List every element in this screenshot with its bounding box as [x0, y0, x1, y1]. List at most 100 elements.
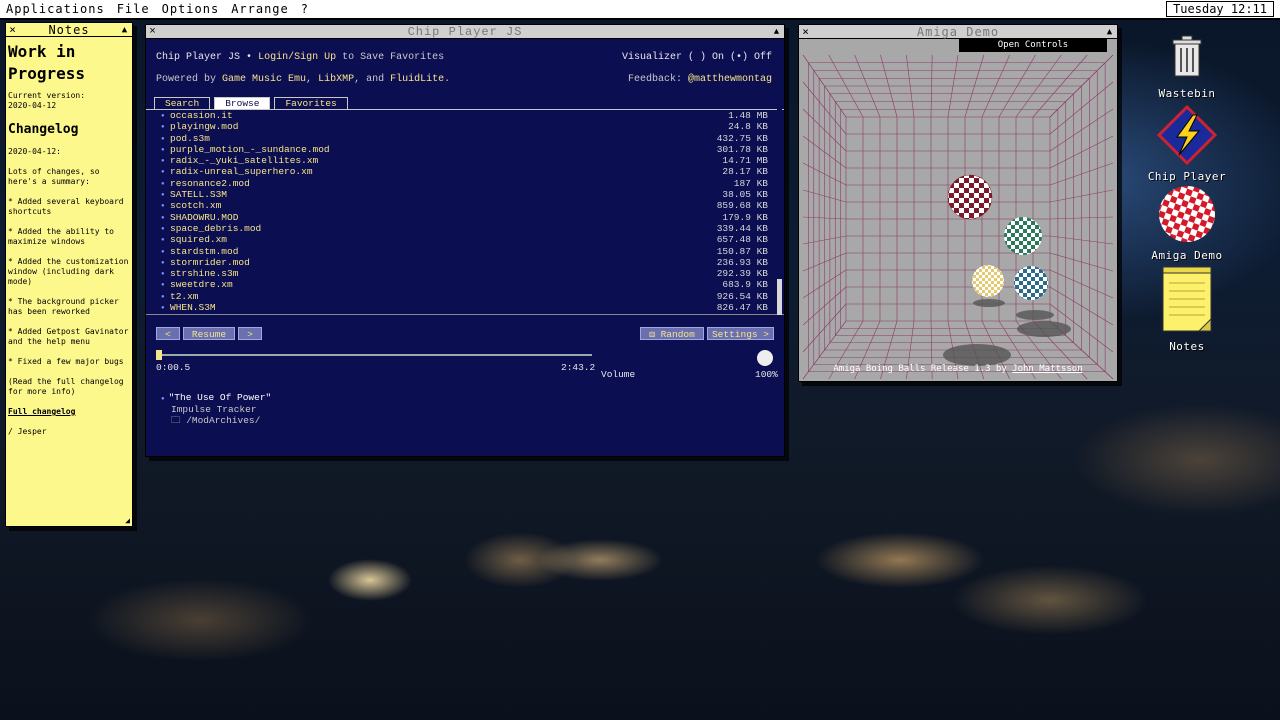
wastebin-icon	[1172, 35, 1202, 77]
file-name: sweetdre.xm	[170, 279, 233, 291]
file-bullet-icon: ●	[161, 213, 165, 221]
changelog-item: * Added the ability to maximize windows	[8, 227, 114, 246]
menu-applications[interactable]: Applications	[6, 2, 105, 16]
menu-file[interactable]: File	[117, 2, 150, 16]
file-row[interactable]: ● space_debris.mod 339.44 KB	[146, 223, 784, 234]
fluidlite-link[interactable]: FluidLite	[390, 74, 444, 85]
notes-content: Work in Progress Current version: 2020-04…	[6, 37, 132, 451]
window-title: Notes	[48, 22, 90, 37]
file-bullet-icon: ●	[161, 258, 165, 266]
changelog-item: * Fixed a few major bugs	[8, 357, 124, 366]
resume-button[interactable]: Resume	[183, 327, 235, 340]
gme-link[interactable]: Game Music Emu	[222, 74, 306, 85]
close-icon[interactable]: ×	[146, 26, 160, 38]
file-bullet-icon: ●	[161, 168, 165, 176]
open-controls-button[interactable]: Open Controls	[959, 39, 1107, 52]
track-path-link[interactable]: 🗀 /ModArchives/	[161, 415, 271, 426]
file-row[interactable]: ● radix-unreal_superhero.xm 28.17 KB	[146, 166, 784, 177]
file-row[interactable]: ● purple_motion_-_sundance.mod 301.78 KB	[146, 144, 784, 155]
prev-button[interactable]: <	[156, 327, 180, 340]
file-size: 150.87 KB	[716, 245, 768, 257]
file-row[interactable]: ● pod.s3m 432.75 KB	[146, 133, 784, 144]
file-list-scrollbar[interactable]	[777, 109, 782, 315]
feedback-link[interactable]: @matthewmontag	[688, 74, 772, 85]
file-size: 657.48 KB	[716, 234, 768, 246]
file-size: 14.71 MB	[722, 155, 768, 167]
tab-search[interactable]: Search	[154, 97, 211, 109]
file-bullet-icon: ●	[161, 134, 165, 142]
maximize-icon[interactable]: ▲	[770, 27, 784, 37]
signature: / Jesper	[8, 427, 47, 436]
file-name: squired.xm	[170, 234, 228, 246]
notes-titlebar[interactable]: × Notes ▲	[6, 23, 132, 37]
resize-handle-icon[interactable]: ◢	[125, 516, 130, 525]
file-name: stardstm.mod	[170, 245, 239, 257]
next-button[interactable]: >	[238, 327, 262, 340]
file-size: 236.93 KB	[716, 256, 768, 268]
full-changelog-link[interactable]: Full changelog	[8, 407, 130, 417]
close-icon[interactable]: ×	[799, 25, 813, 38]
file-size: 826.47 KB	[716, 302, 768, 314]
close-icon[interactable]: ×	[6, 23, 20, 36]
maximize-icon[interactable]: ▲	[1103, 27, 1117, 37]
file-row[interactable]: ● occasion.it 1.48 MB	[146, 110, 784, 121]
track-title: ● "The Use Of Power"	[161, 392, 272, 403]
clock: Tuesday 12:11	[1166, 1, 1274, 17]
file-row[interactable]: ● WHEN.S3M 826.47 KB	[146, 302, 784, 313]
chip-player-titlebar[interactable]: × Chip Player JS ▲	[146, 25, 784, 39]
libxmp-link[interactable]: LibXMP	[318, 74, 354, 85]
seek-knob[interactable]	[156, 350, 162, 360]
file-name: SATELL.S3M	[170, 189, 228, 201]
notes-icon	[1162, 266, 1212, 332]
desktop-icon-amiga-demo[interactable]: Amiga Demo	[1147, 184, 1227, 262]
file-row[interactable]: ● stormrider.mod 236.93 KB	[146, 257, 784, 268]
file-row[interactable]: ● scotch.xm 859.68 KB	[146, 200, 784, 211]
file-bullet-icon: ●	[161, 191, 165, 199]
file-name: pod.s3m	[170, 132, 210, 144]
tab-browse[interactable]: Browse	[214, 97, 271, 109]
time-total: 2:43.2	[561, 362, 596, 373]
file-size: 38.05 KB	[722, 189, 768, 201]
desktop-icon-chip-player[interactable]: Chip Player	[1147, 104, 1227, 183]
maximize-icon[interactable]: ▲	[118, 25, 132, 35]
volume-knob[interactable]	[757, 350, 773, 366]
file-row[interactable]: ● playingw.mod 24.8 KB	[146, 121, 784, 132]
desktop-icon-notes[interactable]: Notes	[1147, 265, 1227, 353]
menu-options[interactable]: Options	[162, 2, 220, 16]
author-link[interactable]: John Mattsson	[1012, 364, 1082, 374]
file-row[interactable]: ● resonance2.mod 187 KB	[146, 178, 784, 189]
settings-button[interactable]: Settings >	[707, 327, 774, 340]
amiga-caption: Amiga Boing Balls Release 1.3 by John Ma…	[833, 364, 1083, 374]
file-row[interactable]: ● strshine.s3m 292.39 KB	[146, 268, 784, 279]
file-bullet-icon: ●	[161, 281, 165, 289]
visualizer-toggle[interactable]: Visualizer ( ) On (•) Off	[622, 52, 772, 63]
file-row[interactable]: ● SHADOWRU.MOD 179.9 KB	[146, 212, 784, 223]
seek-bar[interactable]	[156, 354, 592, 356]
amiga-titlebar[interactable]: × Amiga Demo ▲	[799, 25, 1117, 39]
tab-favorites[interactable]: Favorites	[274, 97, 348, 109]
file-bullet-icon: ●	[161, 145, 165, 153]
file-row[interactable]: ● sweetdre.xm 683.9 KB	[146, 279, 784, 290]
file-size: 28.17 KB	[722, 166, 768, 178]
desktop-icon-wastebin[interactable]: Wastebin	[1147, 32, 1227, 100]
menu-help[interactable]: ?	[301, 2, 309, 16]
file-row[interactable]: ● squired.xm 657.48 KB	[146, 234, 784, 245]
file-size: 24.8 KB	[728, 121, 768, 133]
menu-bar: Applications File Options Arrange ? Tues…	[0, 0, 1280, 20]
chip-player-header: Chip Player JS • Login/Sign Up to Save F…	[146, 39, 784, 109]
file-row[interactable]: ● t2.xm 926.54 KB	[146, 291, 784, 302]
changelog-heading: Changelog	[8, 122, 79, 137]
track-bullet-icon: ●	[161, 395, 165, 402]
file-bullet-icon: ●	[161, 179, 165, 187]
file-name: strshine.s3m	[170, 268, 239, 280]
file-size: 301.78 KB	[716, 143, 768, 155]
scrollbar-thumb[interactable]	[777, 279, 782, 315]
file-name: space_debris.mod	[170, 222, 262, 234]
file-row[interactable]: ● SATELL.S3M 38.05 KB	[146, 189, 784, 200]
file-name: radix-unreal_superhero.xm	[170, 166, 313, 178]
file-row[interactable]: ● stardstm.mod 150.87 KB	[146, 246, 784, 257]
login-link[interactable]: Login/Sign Up	[258, 52, 336, 63]
file-row[interactable]: ● radix_-_yuki_satellites.xm 14.71 MB	[146, 155, 784, 166]
menu-arrange[interactable]: Arrange	[231, 2, 289, 16]
random-button[interactable]: ⚄ Random	[640, 327, 704, 340]
